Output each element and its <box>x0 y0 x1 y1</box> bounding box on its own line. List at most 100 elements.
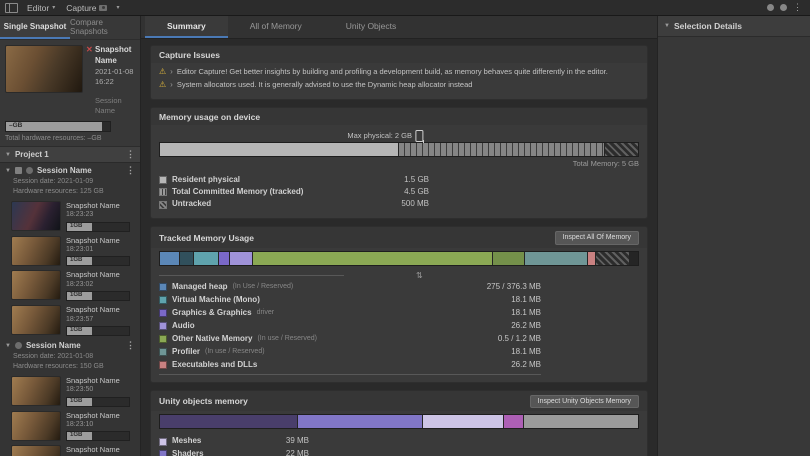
session-header[interactable]: ▼ Session Name ⋮ <box>0 338 140 351</box>
managed-heap-reserved-segment[interactable] <box>180 252 193 265</box>
table-row[interactable]: Graphics & Graphics driver 18.1 MB <box>159 307 541 320</box>
hardware-usage-label: –GB <box>9 122 22 130</box>
table-row[interactable]: Audio 26.2 MB <box>159 320 541 333</box>
capture-issue-row[interactable]: ⚠ › Editor Capture! Get better insights … <box>159 66 639 79</box>
legend-row[interactable]: Meshes 39 MB <box>159 435 639 447</box>
project-header[interactable]: ▼ Project 1 ⋮ <box>0 147 140 163</box>
table-row[interactable]: Virtual Machine (Mono) 18.1 MB <box>159 294 541 307</box>
managed-heap-used-segment[interactable] <box>160 252 179 265</box>
legend-swatch <box>159 322 167 330</box>
profiler-segment[interactable] <box>525 252 587 265</box>
row-value: 26.2 MB <box>511 320 541 332</box>
legend-swatch <box>159 348 167 356</box>
foldout-icon[interactable]: ▼ <box>5 168 11 174</box>
section-title: Tracked Memory Usage <box>159 233 254 243</box>
capture-target-dropdown[interactable]: Editor ▾ <box>25 3 57 13</box>
other-native-used-segment[interactable] <box>253 252 492 265</box>
tab-compare-snapshots[interactable]: Compare Snapshots <box>70 16 140 39</box>
audio-segment[interactable] <box>230 252 252 265</box>
help-icon[interactable] <box>767 4 774 11</box>
legend-swatch <box>159 361 167 369</box>
session-name: Session Name <box>26 341 81 350</box>
foldout-icon[interactable]: ▼ <box>5 152 11 158</box>
capture-target-label: Editor <box>27 3 49 13</box>
platform-icon <box>15 167 22 174</box>
snapshot-info: Snapshot Name 18:23:02 1GB <box>66 270 136 301</box>
legend-swatch <box>159 296 167 304</box>
capture-dropdown-caret[interactable]: ▾ <box>116 4 119 11</box>
foldout-icon[interactable]: ▼ <box>664 23 670 29</box>
session-meta: Session date: 2021-01-08 Hardware resour… <box>0 351 140 374</box>
executables-segment[interactable] <box>588 252 595 265</box>
panel-toggle-icon[interactable] <box>5 3 18 13</box>
row-label: Virtual Machine (Mono) <box>172 294 260 306</box>
texture2d-segment[interactable] <box>160 415 297 428</box>
main-tabs: Summary All of Memory Unity Objects <box>141 16 657 39</box>
snapshot-list-item[interactable]: Snapshot Name 18:23:23 1GB <box>0 199 140 234</box>
committed-tracked-segment[interactable] <box>399 143 604 156</box>
kebab-menu-icon[interactable]: ⋮ <box>126 166 135 175</box>
close-snapshot-icon[interactable]: ✕ <box>86 45 93 56</box>
capture-issue-row[interactable]: ⚠ › System allocators used. It is genera… <box>159 79 639 92</box>
kebab-menu-icon[interactable]: ⋮ <box>793 3 802 12</box>
graphics-segment[interactable] <box>219 252 229 265</box>
snapshot-list-item[interactable]: Snapshot Name 18:23:57 1GB <box>0 303 140 338</box>
snapshot-list-item[interactable]: Snapshot Name 18:23:02 1GB <box>0 268 140 303</box>
snapshot-list[interactable]: ▼ Project 1 ⋮ ▼ Session Name ⋮ Session d… <box>0 147 140 456</box>
tracked-memory-card: Tracked Memory Usage Inspect All Of Memo… <box>150 226 648 383</box>
tracked-memory-table: ⇅ Managed heap (In Use / Reserved) 275 /… <box>159 271 541 375</box>
kebab-menu-icon[interactable]: ⋮ <box>126 150 135 159</box>
shaders-segment[interactable] <box>298 415 421 428</box>
snapshot-time: 18:23:01 <box>66 245 136 254</box>
snapshot-thumbnail <box>11 411 61 441</box>
snapshot-size-bar: 1GB <box>66 397 130 407</box>
snapshot-name: Snapshot Name <box>66 445 136 455</box>
session-date: Session date: 2021-01-09 <box>13 177 135 187</box>
resident-physical-segment[interactable] <box>160 143 398 156</box>
table-row[interactable]: Other Native Memory (In use / Reserved) … <box>159 333 541 346</box>
legend-swatch <box>159 201 167 209</box>
untracked-segment[interactable] <box>596 252 629 265</box>
platform-icon <box>15 342 22 349</box>
capture-issues-card: Capture Issues ⚠ › Editor Capture! Get b… <box>150 45 648 100</box>
table-row[interactable]: Managed heap (In Use / Reserved) 275 / 3… <box>159 281 541 294</box>
snapshot-time: 18:23:50 <box>66 385 136 394</box>
snapshot-list-item[interactable]: Snapshot Name 18:23:10 1GB <box>0 409 140 444</box>
header-divider <box>159 275 344 276</box>
settings-icon[interactable] <box>780 4 787 11</box>
virtual-machine-segment[interactable] <box>194 252 218 265</box>
legend-row[interactable]: Total Committed Memory (tracked) 4.5 GB <box>159 186 639 198</box>
table-row[interactable]: Executables and DLLs 26.2 MB <box>159 359 541 372</box>
legend-row[interactable]: Untracked 500 MB <box>159 198 639 210</box>
snapshot-list-item[interactable]: Snapshot Name 18:23:50 1GB <box>0 443 140 456</box>
snapshot-size-label: 1GB <box>70 432 82 439</box>
untracked-segment[interactable] <box>605 143 638 156</box>
others-segment[interactable] <box>524 415 638 428</box>
capture-button[interactable]: Capture <box>64 3 109 13</box>
rendertextures-segment[interactable] <box>504 415 523 428</box>
inspect-unity-objects-button[interactable]: Inspect Unity Objects Memory <box>530 395 639 409</box>
open-snapshot-card[interactable]: ✕ Snapshot Name 2021-01-08 16:22 Session… <box>0 40 140 147</box>
kebab-menu-icon[interactable]: ⋮ <box>126 341 135 350</box>
meshes-segment[interactable] <box>423 415 504 428</box>
session-header[interactable]: ▼ Session Name ⋮ <box>0 163 140 176</box>
capture-label: Capture <box>66 3 96 13</box>
snapshot-info: Snapshot Name 18:23:10 1GB <box>66 411 136 442</box>
row-value: 18.1 MB <box>511 294 541 306</box>
other-native-reserved-segment[interactable] <box>493 252 524 265</box>
foldout-icon[interactable]: ▼ <box>5 343 11 349</box>
selection-details-title: Selection Details <box>674 21 742 31</box>
snapshot-thumbnail <box>11 236 61 266</box>
tab-summary[interactable]: Summary <box>145 16 228 38</box>
snapshot-size-bar: 1GB <box>66 222 130 232</box>
snapshot-list-item[interactable]: Snapshot Name 18:23:50 1GB <box>0 374 140 409</box>
inspect-all-of-memory-button[interactable]: Inspect All Of Memory <box>555 231 639 245</box>
tab-single-snapshot[interactable]: Single Snapshot <box>0 16 70 39</box>
table-row[interactable]: Profiler (In use / Reserved) 18.1 MB <box>159 346 541 359</box>
snapshot-list-item[interactable]: Snapshot Name 18:23:01 1GB <box>0 234 140 269</box>
tab-unity-objects[interactable]: Unity Objects <box>324 16 419 38</box>
sort-icon[interactable]: ⇅ <box>416 271 423 280</box>
legend-row[interactable]: Resident physical 1.5 GB <box>159 174 639 186</box>
legend-row[interactable]: Shaders 22 MB <box>159 448 639 456</box>
tab-all-of-memory[interactable]: All of Memory <box>228 16 324 38</box>
